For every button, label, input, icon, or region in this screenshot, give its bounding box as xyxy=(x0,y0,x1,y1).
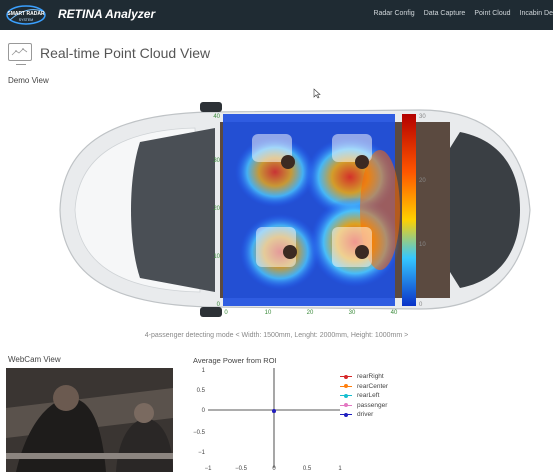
y-tick-label: 0 xyxy=(202,408,206,414)
x-tick-label: −0.5 xyxy=(235,466,248,472)
x-tick: 10 xyxy=(265,310,272,316)
average-power-chart[interactable]: 1 0.5 0 −0.5 −1 −1 −0.5 0 0.5 1 xyxy=(186,364,346,472)
y-tick: 20 xyxy=(213,206,220,212)
colorbar xyxy=(402,114,416,306)
legend-item-rearright[interactable]: rearRight xyxy=(340,372,388,382)
y-tick-label: 0.5 xyxy=(197,388,206,394)
colorbar-tick: 30 xyxy=(419,114,426,120)
y-tick: 10 xyxy=(213,254,220,260)
y-tick: 30 xyxy=(213,158,220,164)
legend-marker-icon xyxy=(340,412,352,417)
heatmap-overlay xyxy=(223,114,400,306)
right-mirror xyxy=(200,307,222,317)
legend-label: rearLeft xyxy=(357,392,380,400)
legend-label: rearCenter xyxy=(357,382,389,390)
left-mirror xyxy=(200,102,222,112)
chart-legend: rearRight rearCenter rearLeft passenger … xyxy=(340,372,388,420)
legend-item-rearcenter[interactable]: rearCenter xyxy=(340,382,388,392)
page-title: Real-time Point Cloud View xyxy=(40,45,211,61)
y-tick-label: −0.5 xyxy=(193,430,206,436)
nav-radar-config[interactable]: Radar Config xyxy=(373,10,414,17)
legend-label: driver xyxy=(357,411,374,419)
y-ticks: 1 0.5 0 −0.5 −1 xyxy=(193,368,206,456)
legend-marker-icon xyxy=(340,393,352,398)
mouse-cursor-icon xyxy=(313,88,321,99)
data-points xyxy=(272,409,276,413)
mode-caption: 4-passenger detecting mode < Width: 1500… xyxy=(144,332,409,339)
legend-marker-icon xyxy=(340,403,352,408)
x-tick: 0 xyxy=(224,310,228,316)
demo-view: 30 20 10 0 0 10 20 30 40 0 10 20 30 40 xyxy=(20,92,540,327)
legend-label: passenger xyxy=(357,401,388,409)
x-tick-label: 0 xyxy=(272,466,276,472)
x-ticks: −1 −0.5 0 0.5 1 xyxy=(205,466,343,472)
colorbar-tick: 20 xyxy=(419,178,426,184)
top-navbar: SMART RADAR SYSTEM RETINA Analyzer Radar… xyxy=(0,0,553,30)
product-name: RETINA Analyzer xyxy=(58,7,156,21)
webcam-feed xyxy=(6,368,173,472)
brand-bottom-text: SYSTEM xyxy=(19,18,33,22)
nav-incabin-detection[interactable]: Incabin De xyxy=(520,10,553,17)
nav-data-capture[interactable]: Data Capture xyxy=(424,10,466,17)
smart-radar-logo[interactable]: SMART RADAR SYSTEM xyxy=(6,4,46,26)
brand-top-text: SMART RADAR xyxy=(7,11,45,17)
y-tick: 40 xyxy=(213,114,220,120)
data-point-driver xyxy=(272,409,276,413)
x-tick: 40 xyxy=(391,310,398,316)
y-tick-label: −1 xyxy=(198,450,206,456)
legend-marker-icon xyxy=(340,374,352,379)
main-nav: Radar Config Data Capture Point Cloud In… xyxy=(373,10,553,17)
webcam-label: WebCam View xyxy=(8,355,61,364)
legend-item-driver[interactable]: driver xyxy=(340,410,388,420)
demo-view-label: Demo View xyxy=(8,76,49,85)
car-heatmap-view: 30 20 10 0 0 10 20 30 40 0 10 20 30 40 xyxy=(59,102,531,317)
x-tick-label: 1 xyxy=(338,466,342,472)
x-tick-label: −1 xyxy=(205,466,213,472)
x-tick: 30 xyxy=(349,310,356,316)
y-tick-label: 1 xyxy=(202,368,206,374)
legend-marker-icon xyxy=(340,384,352,389)
legend-item-passenger[interactable]: passenger xyxy=(340,401,388,411)
legend-label: rearRight xyxy=(357,373,384,381)
point-cloud-monitor-icon xyxy=(8,43,32,65)
heatmap-x-ticks: 0 10 20 30 40 xyxy=(224,310,398,316)
x-tick: 20 xyxy=(307,310,314,316)
nav-point-cloud[interactable]: Point Cloud xyxy=(474,10,510,17)
colorbar-tick: 10 xyxy=(419,242,426,248)
legend-item-rearleft[interactable]: rearLeft xyxy=(340,391,388,401)
x-tick-label: 0.5 xyxy=(303,466,312,472)
